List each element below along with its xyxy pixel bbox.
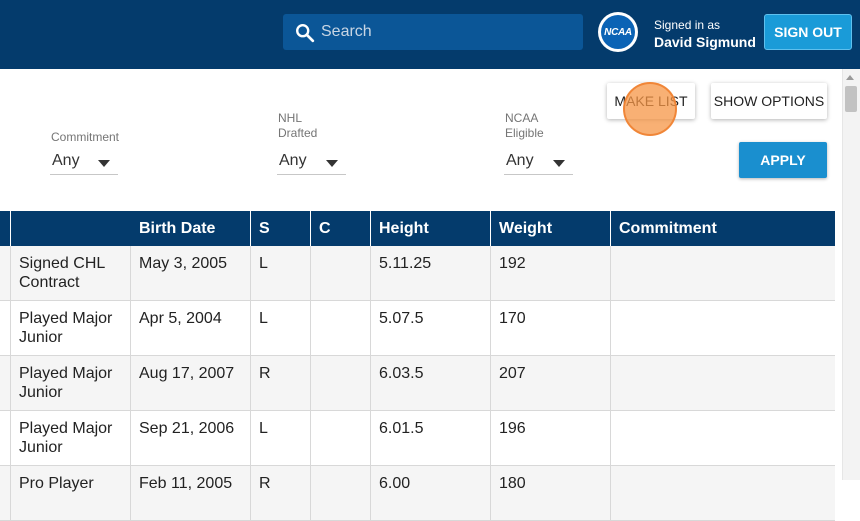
scrollbar-thumb[interactable] <box>845 86 857 112</box>
cell-commitment <box>611 466 835 520</box>
cell-birth-date: Feb 11, 2005 <box>131 466 251 520</box>
cell-birth-date: Apr 5, 2004 <box>131 301 251 355</box>
cell-status: Signed CHL Contract <box>11 246 131 300</box>
cell-height: 6.00 <box>371 466 491 520</box>
cell-catches <box>311 411 371 465</box>
cell-catches <box>311 356 371 410</box>
cell-catches <box>311 466 371 520</box>
table-row[interactable]: Played Major Junior Aug 17, 2007 R 6.03.… <box>0 356 835 411</box>
scroll-up-arrow-icon[interactable] <box>846 75 854 80</box>
ncaa-eligible-select[interactable]: Any <box>504 149 573 175</box>
cell-spacer <box>0 356 11 410</box>
cell-catches <box>311 301 371 355</box>
ncaa-eligible-filter: NCAA Eligible <box>505 111 544 141</box>
chevron-down-icon <box>553 160 565 167</box>
nhl-drafted-label-line1: NHL <box>278 111 303 125</box>
cell-commitment <box>611 411 835 465</box>
cell-shoots: L <box>251 411 311 465</box>
cell-birth-date: Sep 21, 2006 <box>131 411 251 465</box>
ncaa-logo: NCAA <box>598 12 638 52</box>
column-header-weight[interactable]: Weight <box>491 211 611 246</box>
cell-shoots: L <box>251 301 311 355</box>
cell-status: Pro Player <box>11 466 131 520</box>
table-row[interactable]: Signed CHL Contract May 3, 2005 L 5.11.2… <box>0 246 835 301</box>
cell-height: 5.07.5 <box>371 301 491 355</box>
cell-height: 6.01.5 <box>371 411 491 465</box>
chevron-down-icon <box>98 160 110 167</box>
column-header-birth-date[interactable]: Birth Date <box>131 211 251 246</box>
page-scrollbar[interactable] <box>842 69 860 480</box>
search-input[interactable] <box>321 14 571 50</box>
search-icon <box>296 24 315 43</box>
cell-shoots: R <box>251 466 311 520</box>
make-list-button[interactable]: MAKE LIST <box>607 83 695 119</box>
cell-weight: 196 <box>491 411 611 465</box>
top-header: NCAA Signed in as David Sigmund SIGN OUT <box>0 0 860 69</box>
commitment-select[interactable]: Any <box>50 149 118 175</box>
cell-status: Played Major Junior <box>11 411 131 465</box>
table-row[interactable]: Pro Player Feb 11, 2005 R 6.00 180 <box>0 466 835 521</box>
chevron-down-icon <box>326 160 338 167</box>
cell-status: Played Major Junior <box>11 301 131 355</box>
nhl-drafted-label-line2: Drafted <box>278 126 318 140</box>
table-row[interactable]: Played Major Junior Sep 21, 2006 L 6.01.… <box>0 411 835 466</box>
cell-commitment <box>611 356 835 410</box>
apply-button[interactable]: APPLY <box>739 142 827 178</box>
cell-catches <box>311 246 371 300</box>
cell-birth-date: May 3, 2005 <box>131 246 251 300</box>
cell-commitment <box>611 301 835 355</box>
ncaa-eligible-select-value: Any <box>506 152 534 169</box>
cell-spacer <box>0 246 11 300</box>
column-header-catches[interactable]: C <box>311 211 371 246</box>
nhl-drafted-select[interactable]: Any <box>277 149 346 175</box>
table-header: Birth Date S C Height Weight Commitment <box>0 211 835 246</box>
cell-weight: 180 <box>491 466 611 520</box>
commitment-filter-label: Commitment <box>51 130 120 144</box>
user-name: David Sigmund <box>654 34 756 50</box>
cell-commitment <box>611 246 835 300</box>
sign-out-button[interactable]: SIGN OUT <box>764 14 852 50</box>
ncaa-eligible-label-line1: NCAA <box>505 111 539 125</box>
commitment-select-value: Any <box>52 152 80 169</box>
column-header-shoots[interactable]: S <box>251 211 311 246</box>
nhl-drafted-select-value: Any <box>279 152 307 169</box>
cell-shoots: L <box>251 246 311 300</box>
nhl-drafted-filter: NHL Drafted <box>278 111 317 141</box>
cell-status: Played Major Junior <box>11 356 131 410</box>
commitment-filter: Commitment <box>51 130 119 145</box>
cell-height: 6.03.5 <box>371 356 491 410</box>
table-row[interactable]: Played Major Junior Apr 5, 2004 L 5.07.5… <box>0 301 835 356</box>
cell-spacer <box>0 301 11 355</box>
cell-spacer <box>0 411 11 465</box>
ncaa-logo-text: NCAA <box>601 15 635 49</box>
column-header-commitment[interactable]: Commitment <box>611 211 835 246</box>
cell-shoots: R <box>251 356 311 410</box>
ncaa-eligible-label-line2: Eligible <box>505 126 544 140</box>
cell-weight: 192 <box>491 246 611 300</box>
column-header-height[interactable]: Height <box>371 211 491 246</box>
column-header-status[interactable] <box>0 211 11 246</box>
show-options-button[interactable]: SHOW OPTIONS <box>711 83 827 119</box>
cell-height: 5.11.25 <box>371 246 491 300</box>
cell-spacer <box>0 466 11 520</box>
search-bar[interactable] <box>283 14 583 50</box>
cell-birth-date: Aug 17, 2007 <box>131 356 251 410</box>
signed-in-label: Signed in as <box>654 18 721 32</box>
cell-weight: 207 <box>491 356 611 410</box>
cell-weight: 170 <box>491 301 611 355</box>
